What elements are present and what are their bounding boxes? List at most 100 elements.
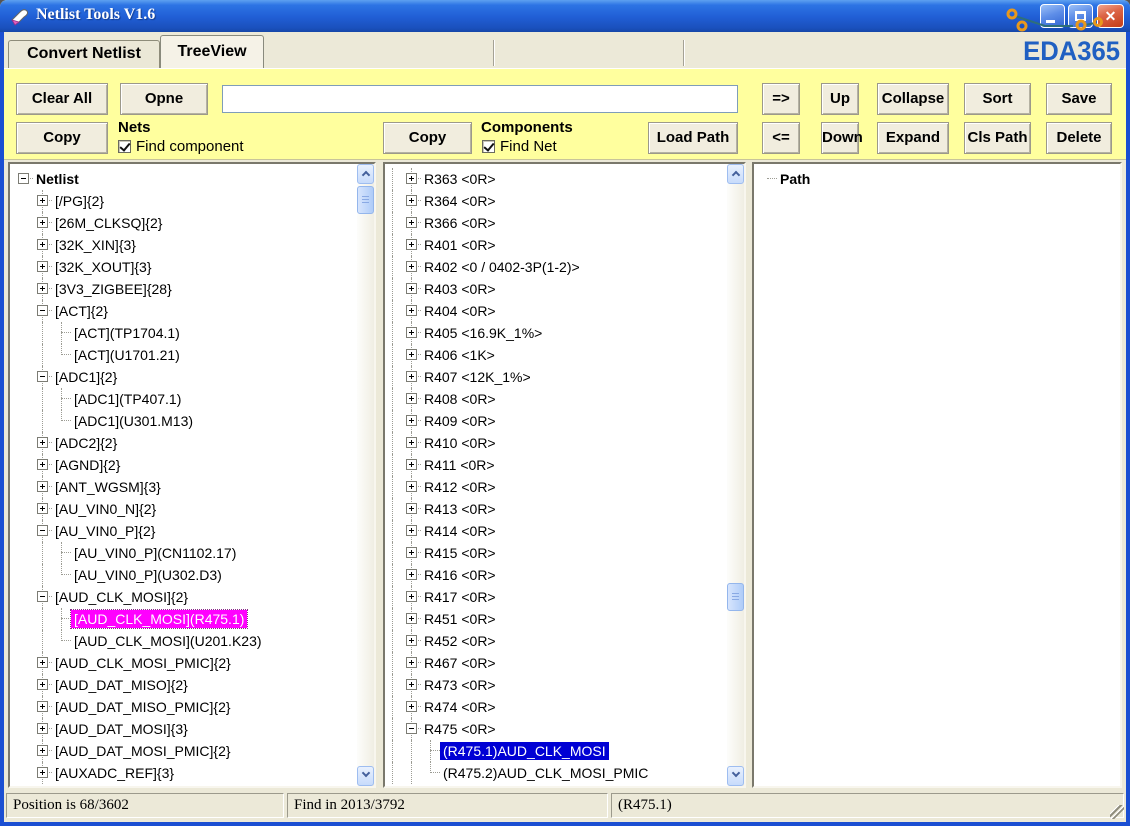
tree-item-label[interactable]: R467 <0R> bbox=[421, 654, 499, 672]
expand-toggle-icon[interactable] bbox=[37, 657, 48, 668]
tree-item-label[interactable]: Netlist bbox=[33, 170, 82, 188]
tree-item-label[interactable]: R402 <0 / 0402-3P(1-2)> bbox=[421, 258, 583, 276]
tree-item[interactable]: Path bbox=[754, 168, 1120, 190]
tree-item[interactable]: R467 <0R> bbox=[385, 652, 727, 674]
tree-item[interactable]: [3V3_ZIGBEE]{28} bbox=[10, 278, 357, 300]
tab-treeview[interactable]: TreeView bbox=[160, 35, 264, 68]
expand-toggle-icon[interactable] bbox=[37, 283, 48, 294]
tree-item-label[interactable]: R363 <0R> bbox=[421, 170, 499, 188]
tree-item[interactable]: [ACT]{2} bbox=[10, 300, 357, 322]
tree-item-label[interactable]: [ADC2]{2} bbox=[52, 434, 120, 452]
tree-item[interactable]: [AUD_CLK_MOSI](R475.1) bbox=[10, 608, 357, 630]
tree-item-label[interactable]: [ADC1](TP407.1) bbox=[71, 390, 184, 408]
tree-item-label[interactable]: [AUD_DAT_MOSI_PMIC]{2} bbox=[52, 742, 234, 760]
tree-item[interactable]: R408 <0R> bbox=[385, 388, 727, 410]
tree-item[interactable]: R403 <0R> bbox=[385, 278, 727, 300]
tree-item-label[interactable]: [AU_VIN0_P](U302.D3) bbox=[71, 566, 225, 584]
tree-item-label[interactable]: R405 <16.9K_1%> bbox=[421, 324, 545, 342]
collapse-toggle-icon[interactable] bbox=[18, 173, 29, 184]
move-right-button[interactable]: => bbox=[762, 83, 800, 115]
tree-item[interactable]: R417 <0R> bbox=[385, 586, 727, 608]
tree-item-label[interactable]: [32K_XOUT]{3} bbox=[52, 258, 155, 276]
tree-item[interactable]: R409 <0R> bbox=[385, 410, 727, 432]
tree-item[interactable]: [ADC1](U301.M13) bbox=[10, 410, 357, 432]
tree-item-label[interactable]: [26M_CLKSQ]{2} bbox=[52, 214, 165, 232]
search-input[interactable] bbox=[222, 85, 738, 113]
tree-item-label[interactable]: [ACT](TP1704.1) bbox=[71, 324, 183, 342]
tree-item[interactable]: R413 <0R> bbox=[385, 498, 727, 520]
tree-item-label[interactable]: [AU_VIN0_P]{2} bbox=[52, 522, 158, 540]
tree-item-label[interactable]: R415 <0R> bbox=[421, 544, 499, 562]
expand-toggle-icon[interactable] bbox=[406, 657, 417, 668]
tree-item[interactable]: [AU_VIN0_P](CN1102.17) bbox=[10, 542, 357, 564]
tree-item[interactable]: [AUXADC_REF]{3} bbox=[10, 762, 357, 784]
expand-toggle-icon[interactable] bbox=[406, 217, 417, 228]
expand-toggle-icon[interactable] bbox=[37, 437, 48, 448]
tree-item[interactable]: [AU_VIN0_P]{2} bbox=[10, 520, 357, 542]
tree-item-label[interactable]: [AUD_CLK_MOSI](U201.K23) bbox=[71, 632, 265, 650]
tree-item-label[interactable]: [ADC1](U301.M13) bbox=[71, 412, 196, 430]
title-bar[interactable]: Netlist Tools V1.6 ✕ bbox=[0, 0, 1130, 32]
tree-item[interactable]: (R475.1)AUD_CLK_MOSI bbox=[385, 740, 727, 762]
tree-item[interactable]: R452 <0R> bbox=[385, 630, 727, 652]
tree-item[interactable]: R415 <0R> bbox=[385, 542, 727, 564]
tree-item-label[interactable]: (R475.1)AUD_CLK_MOSI bbox=[440, 742, 609, 760]
expand-toggle-icon[interactable] bbox=[406, 525, 417, 536]
tree-item[interactable]: [32K_XIN]{3} bbox=[10, 234, 357, 256]
tree-item-label[interactable]: [ACT]{2} bbox=[52, 302, 111, 320]
minimize-button[interactable] bbox=[1040, 4, 1065, 28]
tree-item[interactable]: [AU_VIN0_P](U302.D3) bbox=[10, 564, 357, 586]
tree-item[interactable]: [26M_CLKSQ]{2} bbox=[10, 212, 357, 234]
tree-item-label[interactable]: [AUD_DAT_MOSI]{3} bbox=[52, 720, 191, 738]
expand-toggle-icon[interactable] bbox=[406, 349, 417, 360]
tree-item-label[interactable]: [3V3_ZIGBEE]{28} bbox=[52, 280, 175, 298]
expand-button[interactable]: Expand bbox=[877, 122, 949, 154]
expand-toggle-icon[interactable] bbox=[406, 459, 417, 470]
collapse-toggle-icon[interactable] bbox=[406, 723, 417, 734]
tree-item-label[interactable]: [AUD_CLK_MOSI_PMIC]{2} bbox=[52, 654, 234, 672]
tree-item[interactable]: Netlist bbox=[10, 168, 357, 190]
tree-item[interactable]: [AGND]{2} bbox=[10, 454, 357, 476]
tree-item-label[interactable]: R473 <0R> bbox=[421, 676, 499, 694]
tree-item[interactable]: [ANT_WGSM]{3} bbox=[10, 476, 357, 498]
expand-toggle-icon[interactable] bbox=[406, 701, 417, 712]
tree-item[interactable]: R473 <0R> bbox=[385, 674, 727, 696]
expand-toggle-icon[interactable] bbox=[406, 635, 417, 646]
tree-item-label[interactable]: R412 <0R> bbox=[421, 478, 499, 496]
expand-toggle-icon[interactable] bbox=[37, 701, 48, 712]
expand-toggle-icon[interactable] bbox=[37, 503, 48, 514]
expand-toggle-icon[interactable] bbox=[406, 613, 417, 624]
expand-toggle-icon[interactable] bbox=[406, 283, 417, 294]
tree-item-label[interactable]: R417 <0R> bbox=[421, 588, 499, 606]
scroll-up-button[interactable] bbox=[357, 164, 374, 184]
scroll-up-button[interactable] bbox=[727, 164, 744, 184]
tree-item[interactable]: R410 <0R> bbox=[385, 432, 727, 454]
expand-toggle-icon[interactable] bbox=[406, 327, 417, 338]
copy-nets-button[interactable]: Copy bbox=[16, 122, 108, 154]
close-button[interactable]: ✕ bbox=[1097, 4, 1124, 28]
tree-item[interactable]: [AUD_DAT_MISO]{2} bbox=[10, 674, 357, 696]
sort-button[interactable]: Sort bbox=[964, 83, 1031, 115]
opne-button[interactable]: Opne bbox=[120, 83, 208, 115]
expand-toggle-icon[interactable] bbox=[406, 371, 417, 382]
expand-toggle-icon[interactable] bbox=[406, 569, 417, 580]
expand-toggle-icon[interactable] bbox=[37, 217, 48, 228]
tree-item-label[interactable]: R404 <0R> bbox=[421, 302, 499, 320]
tree-item-label[interactable]: R411 <0R> bbox=[421, 456, 498, 474]
tree-item[interactable]: [32K_XOUT]{3} bbox=[10, 256, 357, 278]
find-component-checkbox[interactable] bbox=[118, 140, 131, 153]
tree-item-label[interactable]: R364 <0R> bbox=[421, 192, 499, 210]
find-net-checkbox[interactable] bbox=[482, 140, 495, 153]
tree-item-label[interactable]: R406 <1K> bbox=[421, 346, 498, 364]
tree-item[interactable]: [ACT](U1701.21) bbox=[10, 344, 357, 366]
tree-item[interactable]: (R475.2)AUD_CLK_MOSI_PMIC bbox=[385, 762, 727, 784]
expand-toggle-icon[interactable] bbox=[37, 239, 48, 250]
tree-item-label[interactable]: [AUXADC_REF]{3} bbox=[52, 764, 177, 782]
tree-item-label[interactable]: R452 <0R> bbox=[421, 632, 499, 650]
tree-item[interactable]: R412 <0R> bbox=[385, 476, 727, 498]
tree-item-label[interactable]: [ACT](U1701.21) bbox=[71, 346, 183, 364]
expand-toggle-icon[interactable] bbox=[406, 503, 417, 514]
tree-item-label[interactable]: [AU_VIN0_P](CN1102.17) bbox=[71, 544, 239, 562]
expand-toggle-icon[interactable] bbox=[37, 195, 48, 206]
expand-toggle-icon[interactable] bbox=[406, 547, 417, 558]
